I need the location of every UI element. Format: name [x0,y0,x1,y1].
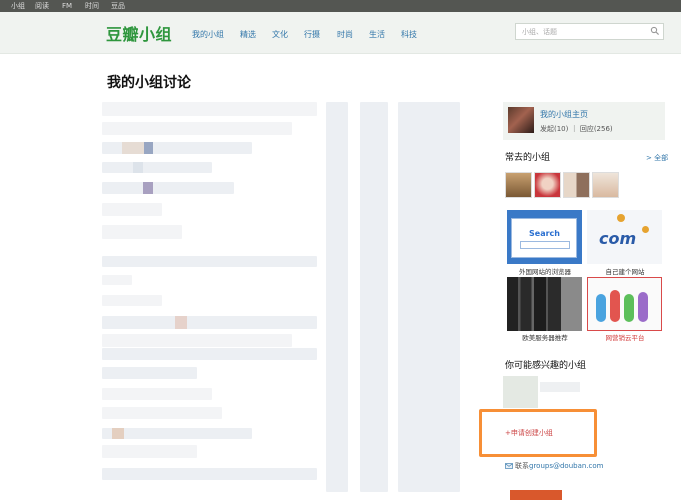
nav-featured[interactable]: 精选 [240,29,256,40]
page-title: 我的小组讨论 [107,75,191,91]
search-input[interactable]: 小组、话题 [515,23,664,40]
group-thumbnail[interactable] [563,172,590,198]
table-row[interactable] [102,225,182,239]
table-col-replies [326,102,348,492]
topbar-link-time[interactable]: 时间 [85,0,99,12]
table-row[interactable] [102,348,317,360]
post-stats: 发起(10) ｜ 回应(256) [540,125,613,133]
nav-tech[interactable]: 科技 [401,29,417,40]
ad-website-image[interactable]: com [587,210,662,264]
ad-caption[interactable]: 网营销云平台 [585,332,665,342]
table-col-author [360,102,388,492]
figure-icon [610,290,620,322]
table-row[interactable] [102,203,162,216]
nav-travel[interactable]: 行摄 [304,29,320,40]
nav-fashion[interactable]: 时尚 [337,29,353,40]
group-thumbnail[interactable] [534,172,561,198]
interest-group-blurred[interactable] [503,376,538,408]
nav-life[interactable]: 生活 [369,29,385,40]
site-logo[interactable]: 豆瓣小组 [106,21,172,45]
table-row[interactable] [102,316,317,329]
topbar-link-goods[interactable]: 豆品 [111,0,125,12]
contact-label: 联系 [515,462,529,470]
table-row[interactable] [102,275,132,285]
footer-ad-strip [510,490,562,500]
topbar-link-read[interactable]: 阅读 [35,0,49,12]
group-navigation: 豆瓣小组 我的小组 精选 文化 行摄 时尚 生活 科技 小组、话题 [0,12,681,54]
table-row[interactable] [102,367,197,379]
figure-icon [617,214,625,222]
my-group-home-link[interactable]: 我的小组主页 [540,109,588,120]
ad-caption[interactable]: 欧美服务器推荐 [505,332,585,342]
ad-search-word: Search [529,229,560,238]
ad-browser-image[interactable]: Search [507,210,582,264]
figure-icon [642,226,649,233]
avatar[interactable] [508,107,534,133]
browser-window: Search [511,218,577,258]
group-thumbnail[interactable] [505,172,532,198]
global-top-bar: 小组 阅读 FM 时间 豆品 [0,0,681,12]
table-row-mark [133,162,143,173]
ad-search-box [520,241,570,249]
ad-caption[interactable]: 自己建个网站 [585,266,665,276]
topbar-link-group[interactable]: 小组 [11,0,25,12]
table-row[interactable] [102,445,197,458]
table-row-mark [122,142,144,154]
table-row[interactable] [102,388,212,400]
interest-groups-title: 你可能感兴趣的小组 [505,361,587,371]
figure-icon [624,294,634,322]
ad-com-text: com [599,229,637,248]
table-row[interactable] [102,334,292,347]
group-thumbnail[interactable] [592,172,619,198]
frequent-groups-title: 常去的小组 [505,153,551,163]
figure-icon [638,292,648,322]
frequent-groups-more[interactable]: > 全部 [646,153,668,163]
contact-email-link[interactable]: groups@douban.com [529,462,603,470]
ad-marketing-image[interactable] [587,277,662,331]
ad-server-image[interactable] [507,277,582,331]
mail-icon [505,463,513,469]
table-row[interactable] [102,256,317,267]
ad-caption[interactable]: 外国网站的浏览器 [505,266,585,276]
search-icon[interactable] [650,26,660,36]
table-row[interactable] [102,162,212,173]
interest-group-blurred[interactable] [540,382,580,392]
table-row-mark [112,428,124,439]
table-row[interactable] [102,102,317,116]
topbar-link-fm[interactable]: FM [62,0,72,12]
table-row-mark [175,316,187,329]
table-row[interactable] [102,122,292,135]
search-placeholder: 小组、话题 [522,28,557,36]
table-row-mark [144,142,153,154]
figure-icon [596,294,606,322]
table-row[interactable] [102,295,162,306]
highlight-box [479,409,597,457]
table-col-time [398,102,460,492]
table-row-mark [143,182,153,194]
table-row[interactable] [102,468,317,480]
contact-line: 联系groups@douban.com [515,461,603,471]
nav-my-groups[interactable]: 我的小组 [192,29,224,40]
nav-culture[interactable]: 文化 [272,29,288,40]
table-row[interactable] [102,182,234,194]
table-row[interactable] [102,407,222,419]
table-row[interactable] [102,428,252,439]
